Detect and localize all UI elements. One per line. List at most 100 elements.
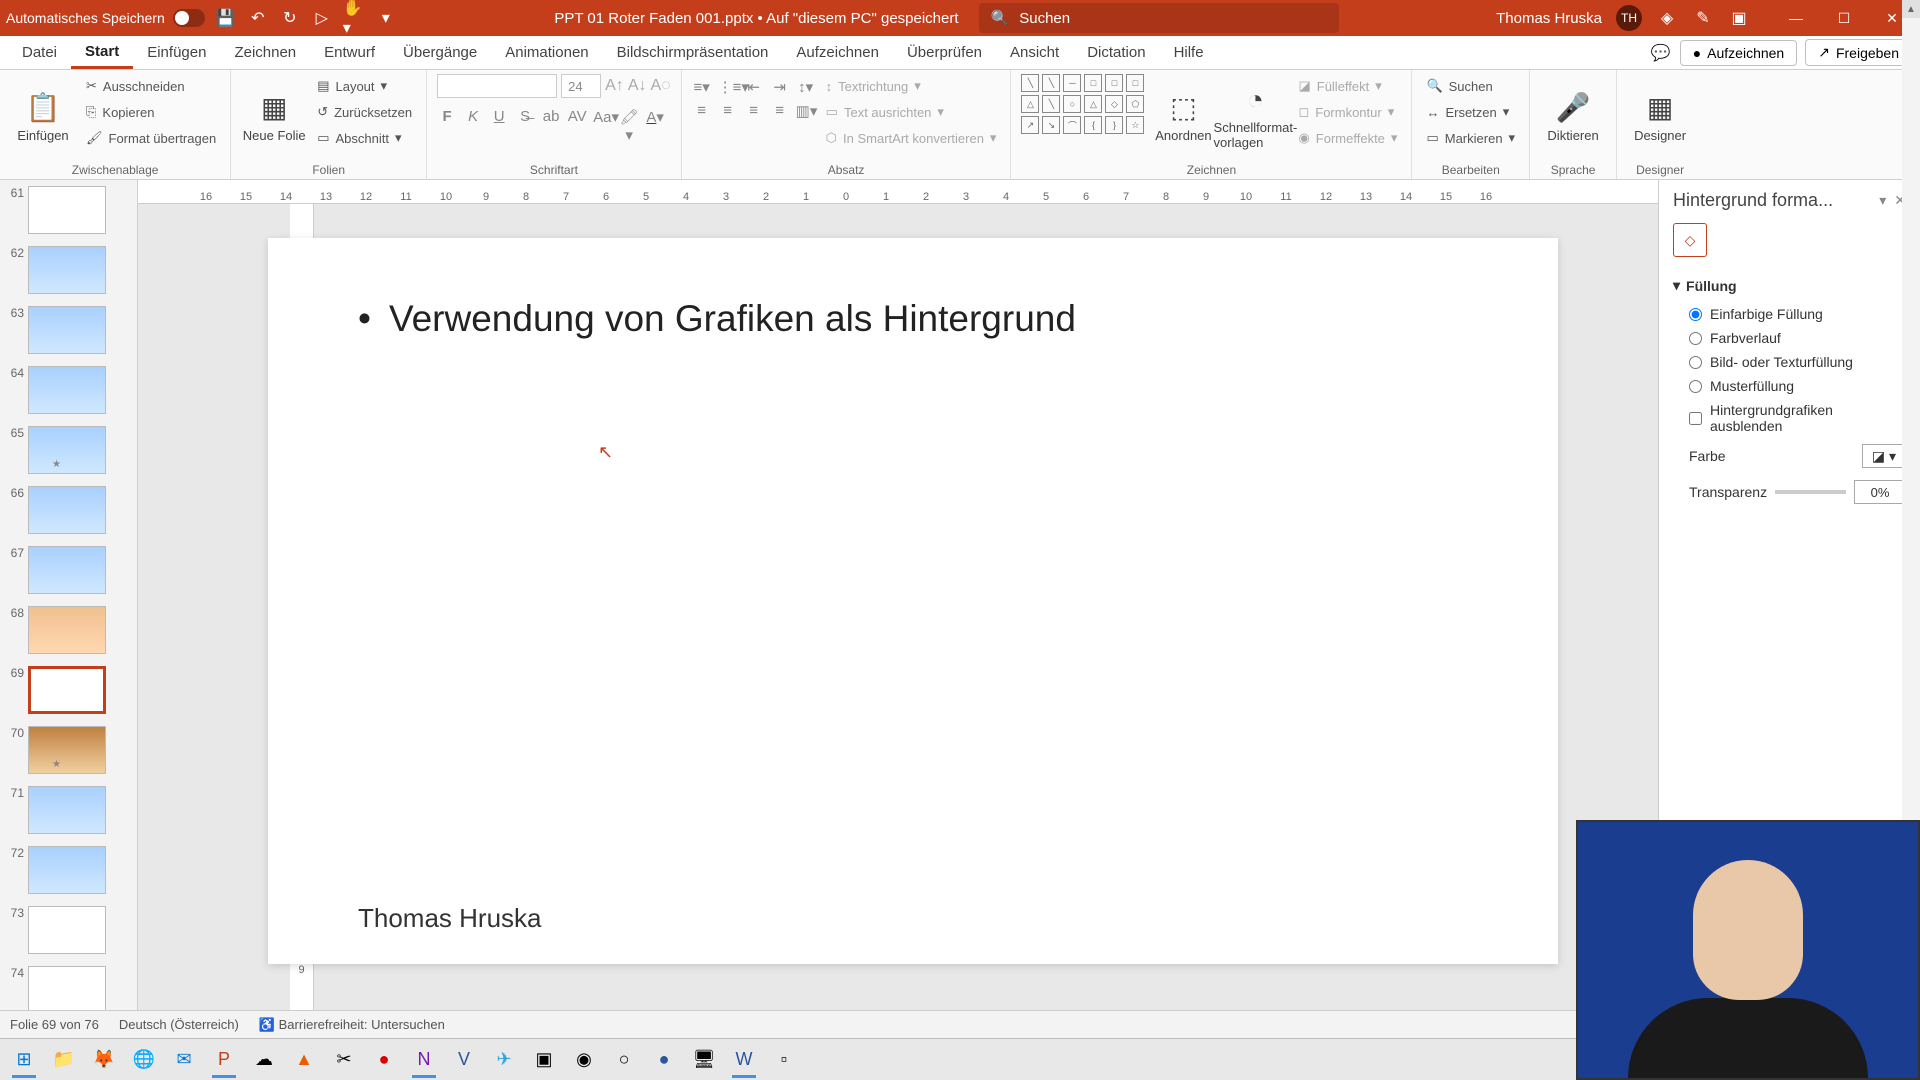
- paste-button[interactable]: 📋Einfügen: [10, 74, 76, 160]
- new-slide-button[interactable]: ▦Neue Folie: [241, 74, 307, 160]
- record-button[interactable]: ● Aufzeichnen: [1680, 40, 1798, 66]
- strikethrough-icon[interactable]: S̶: [515, 108, 535, 144]
- increase-indent-icon[interactable]: ⇥: [770, 78, 790, 96]
- fill-tab-icon[interactable]: ◇: [1673, 223, 1707, 257]
- thumbnail-slide-65[interactable]: 65★: [0, 420, 137, 480]
- layout-button[interactable]: ▤ Layout ▾: [313, 74, 416, 98]
- thumbnail-slide-68[interactable]: 68: [0, 600, 137, 660]
- app-icon-3[interactable]: ▣: [526, 1042, 562, 1078]
- checkbox-hide-bg-graphics[interactable]: Hintergrundgrafiken ausblenden: [1673, 398, 1906, 438]
- italic-icon[interactable]: K: [463, 108, 483, 144]
- shape-fill-button[interactable]: ◪ Fülleffekt ▾: [1294, 74, 1401, 98]
- powerpoint-icon[interactable]: P: [206, 1042, 242, 1078]
- start-from-beginning-icon[interactable]: ▷: [311, 7, 333, 29]
- tab-einfügen[interactable]: Einfügen: [133, 36, 220, 69]
- app-icon-5[interactable]: ●: [646, 1042, 682, 1078]
- convert-smartart-button[interactable]: ⬡ In SmartArt konvertieren ▾: [822, 126, 1001, 150]
- text-direction-button[interactable]: ↕ Textrichtung ▾: [822, 74, 1001, 98]
- thumbnail-slide-62[interactable]: 62: [0, 240, 137, 300]
- snipping-icon[interactable]: ✂: [326, 1042, 362, 1078]
- font-size-input[interactable]: 24: [561, 74, 601, 98]
- replace-button[interactable]: ↔ Ersetzen ▾: [1422, 100, 1519, 124]
- highlight-icon[interactable]: 🖍▾: [619, 108, 639, 144]
- thumbnail-slide-61[interactable]: 61: [0, 180, 137, 240]
- tab-übergänge[interactable]: Übergänge: [389, 36, 491, 69]
- outlook-icon[interactable]: ✉: [166, 1042, 202, 1078]
- tab-animationen[interactable]: Animationen: [491, 36, 602, 69]
- thumbnail-slide-67[interactable]: 67: [0, 540, 137, 600]
- quick-styles-button[interactable]: ◔Schnellformat-vorlagen: [1222, 74, 1288, 160]
- shadow-icon[interactable]: ab: [541, 108, 561, 144]
- find-button[interactable]: 🔍 Suchen: [1422, 74, 1519, 98]
- onenote-icon[interactable]: N: [406, 1042, 442, 1078]
- undo-icon[interactable]: ↶: [247, 7, 269, 29]
- line-spacing-icon[interactable]: ↕▾: [796, 78, 816, 96]
- thumbnail-slide-74[interactable]: 74: [0, 960, 137, 1010]
- slide-author-text[interactable]: Thomas Hruska: [358, 903, 542, 934]
- slide-bullet-text[interactable]: Verwendung von Grafiken als Hintergrund: [358, 298, 1468, 340]
- explorer-icon[interactable]: 📁: [46, 1042, 82, 1078]
- decrease-font-icon[interactable]: A↓: [628, 77, 647, 95]
- shapes-gallery[interactable]: ╲╲─□□□ △╲○△◇⬠ ↗↘⌒{}☆: [1021, 74, 1144, 134]
- app-icon-4[interactable]: ○: [606, 1042, 642, 1078]
- slide-counter[interactable]: Folie 69 von 76: [10, 1017, 99, 1032]
- radio-gradient-fill[interactable]: Farbverlauf: [1673, 326, 1906, 350]
- clear-formatting-icon[interactable]: A◌: [650, 77, 670, 95]
- radio-picture-fill[interactable]: Bild- oder Texturfüllung: [1673, 350, 1906, 374]
- transparency-slider[interactable]: [1775, 490, 1846, 494]
- share-button[interactable]: ↗ Freigeben: [1805, 39, 1912, 66]
- tab-zeichnen[interactable]: Zeichnen: [220, 36, 310, 69]
- thumbnail-slide-73[interactable]: 73: [0, 900, 137, 960]
- autosave-toggle[interactable]: Automatisches Speichern: [6, 9, 205, 27]
- justify-icon[interactable]: ≡: [770, 102, 790, 120]
- thumbnail-slide-69[interactable]: 69: [0, 660, 137, 720]
- align-center-icon[interactable]: ≡: [718, 102, 738, 120]
- tab-ansicht[interactable]: Ansicht: [996, 36, 1073, 69]
- tab-hilfe[interactable]: Hilfe: [1160, 36, 1218, 69]
- cut-button[interactable]: ✂ Ausschneiden: [82, 74, 220, 98]
- qat-customize-icon[interactable]: ▾: [375, 7, 397, 29]
- thumbnail-slide-66[interactable]: 66: [0, 480, 137, 540]
- section-button[interactable]: ▭ Abschnitt ▾: [313, 126, 416, 150]
- maximize-button[interactable]: ☐: [1822, 4, 1866, 32]
- thumbnail-slide-71[interactable]: 71: [0, 780, 137, 840]
- vlc-icon[interactable]: ▲: [286, 1042, 322, 1078]
- increase-font-icon[interactable]: A↑: [605, 77, 624, 95]
- format-painter-button[interactable]: 🖌 Format übertragen: [82, 126, 220, 150]
- touch-mode-icon[interactable]: ✋▾: [343, 7, 365, 29]
- tab-datei[interactable]: Datei: [8, 36, 71, 69]
- color-picker-button[interactable]: ◪ ▾: [1862, 444, 1906, 468]
- app-icon-1[interactable]: ☁: [246, 1042, 282, 1078]
- tab-start[interactable]: Start: [71, 36, 133, 69]
- start-button[interactable]: ⊞: [6, 1042, 42, 1078]
- underline-icon[interactable]: U: [489, 108, 509, 144]
- coming-soon-icon[interactable]: ◈: [1656, 7, 1678, 29]
- dictate-button[interactable]: 🎤Diktieren: [1540, 74, 1606, 160]
- language-indicator[interactable]: Deutsch (Österreich): [119, 1017, 239, 1032]
- font-color-icon[interactable]: A▾: [645, 108, 665, 144]
- align-right-icon[interactable]: ≡: [744, 102, 764, 120]
- thumbnail-slide-63[interactable]: 63: [0, 300, 137, 360]
- thumbnail-slide-64[interactable]: 64: [0, 360, 137, 420]
- change-case-icon[interactable]: Aa▾: [593, 108, 613, 144]
- accessibility-checker[interactable]: ♿ Barrierefreiheit: Untersuchen: [259, 1017, 445, 1033]
- slide[interactable]: Verwendung von Grafiken als Hintergrund …: [268, 238, 1558, 964]
- pane-options-icon[interactable]: ▾: [1879, 192, 1886, 209]
- redo-icon[interactable]: ↻: [279, 7, 301, 29]
- columns-icon[interactable]: ▥▾: [796, 102, 816, 120]
- app-icon-2[interactable]: ●: [366, 1042, 402, 1078]
- reset-button[interactable]: ↺ Zurücksetzen: [313, 100, 416, 124]
- transparency-value[interactable]: 0%: [1854, 480, 1906, 504]
- user-avatar[interactable]: TH: [1616, 5, 1642, 31]
- app-icon-6[interactable]: 🖥: [686, 1042, 722, 1078]
- select-button[interactable]: ▭ Markieren ▾: [1422, 126, 1519, 150]
- app-window-icon[interactable]: ▣: [1728, 7, 1750, 29]
- app-icon-7[interactable]: ▫: [766, 1042, 802, 1078]
- pen-icon[interactable]: ✎: [1692, 7, 1714, 29]
- designer-button[interactable]: ▦Designer: [1627, 74, 1693, 160]
- thumbnail-slide-70[interactable]: 70★: [0, 720, 137, 780]
- tab-überprüfen[interactable]: Überprüfen: [893, 36, 996, 69]
- search-input[interactable]: [1019, 10, 1326, 27]
- chrome-icon[interactable]: 🌐: [126, 1042, 162, 1078]
- thumbnail-slide-72[interactable]: 72: [0, 840, 137, 900]
